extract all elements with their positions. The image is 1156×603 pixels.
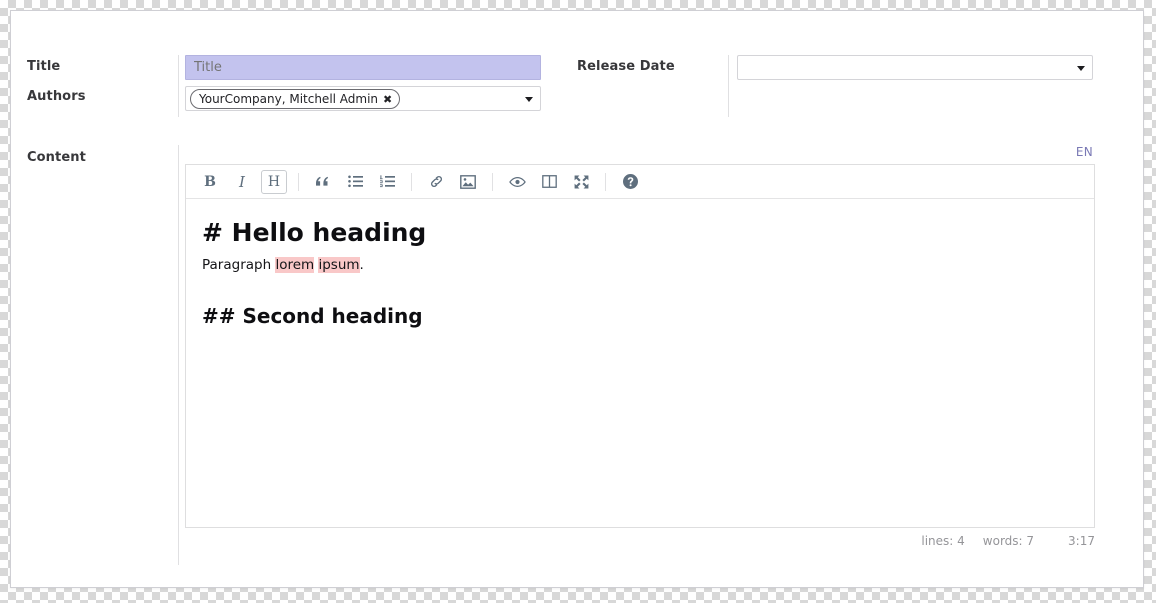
chevron-down-icon[interactable]: [1077, 65, 1085, 71]
quote-icon: [316, 176, 330, 188]
editor-content-area[interactable]: # Hello heading Paragraph lorem ipsum. #…: [186, 199, 1094, 525]
record-form: Title Authors Release Date Content YourC…: [11, 11, 1143, 587]
paragraph-prefix: Paragraph: [202, 257, 276, 274]
toolbar-separator: [605, 172, 606, 191]
heading-icon: H: [267, 173, 281, 190]
guide-button[interactable]: [617, 170, 643, 194]
form-card: Title Authors Release Date Content YourC…: [10, 10, 1144, 588]
paragraph-suffix: .: [359, 257, 364, 274]
side-by-side-button[interactable]: [536, 170, 562, 194]
status-lines: lines: 4: [921, 534, 965, 548]
release-date-field-label: Release Date: [577, 59, 675, 74]
image-button[interactable]: [455, 170, 481, 194]
italic-icon: I: [239, 172, 245, 191]
unordered-list-button[interactable]: [342, 170, 368, 194]
fullscreen-button[interactable]: [568, 170, 594, 194]
release-date-input[interactable]: [737, 55, 1093, 80]
editor-box: B I H # Hello heading Paragraph lorem ip…: [185, 164, 1095, 528]
markdown-editor: EN B I H # Hello heading Paragraph lorem…: [185, 145, 1095, 565]
right-column-divider: [728, 55, 729, 117]
italic-button[interactable]: I: [229, 170, 255, 194]
toolbar-separator: [411, 172, 412, 191]
numbered-list-icon: [379, 175, 395, 188]
misspelled-word: lorem: [275, 257, 315, 274]
preview-button[interactable]: [504, 170, 530, 194]
ordered-list-button[interactable]: [374, 170, 400, 194]
bullet-list-icon: [347, 175, 363, 188]
authors-tag-label: YourCompany, Mitchell Admin: [199, 91, 379, 106]
status-cursor-position: 3:17: [1068, 534, 1095, 548]
title-input[interactable]: [185, 55, 541, 80]
image-icon: [460, 174, 476, 189]
chevron-down-icon[interactable]: [525, 96, 533, 102]
markdown-heading-2: ## Second heading: [202, 303, 423, 328]
content-field-label: Content: [27, 150, 86, 165]
question-circle-icon: [622, 174, 638, 189]
markdown-paragraph: Paragraph lorem ipsum.: [202, 256, 1078, 276]
editor-toolbar: B I H: [186, 165, 1094, 199]
link-icon: [429, 174, 444, 189]
misspelled-word: ipsum: [318, 257, 360, 274]
toolbar-separator: [298, 172, 299, 191]
columns-icon: [541, 175, 557, 188]
toolbar-separator: [492, 172, 493, 191]
bold-icon: B: [204, 173, 216, 190]
authors-tag[interactable]: YourCompany, Mitchell Admin ✖: [190, 89, 401, 109]
editor-status-bar: lines: 4 words: 7 3:17: [185, 530, 1095, 552]
heading-button[interactable]: H: [261, 169, 287, 194]
expand-arrows-icon: [574, 175, 589, 189]
left-column-divider: [178, 55, 179, 117]
remove-tag-icon[interactable]: ✖: [383, 94, 392, 105]
content-column-divider: [178, 145, 179, 565]
markdown-heading-1: # Hello heading: [202, 218, 427, 247]
bold-button[interactable]: B: [197, 170, 223, 194]
quote-button[interactable]: [310, 170, 336, 194]
authors-field-label: Authors: [27, 89, 86, 104]
authors-input[interactable]: YourCompany, Mitchell Admin ✖: [185, 86, 541, 111]
language-badge[interactable]: EN: [1076, 145, 1093, 159]
title-field-label: Title: [27, 59, 61, 74]
eye-icon: [508, 176, 526, 188]
status-words: words: 7: [982, 534, 1035, 548]
link-button[interactable]: [423, 170, 449, 194]
